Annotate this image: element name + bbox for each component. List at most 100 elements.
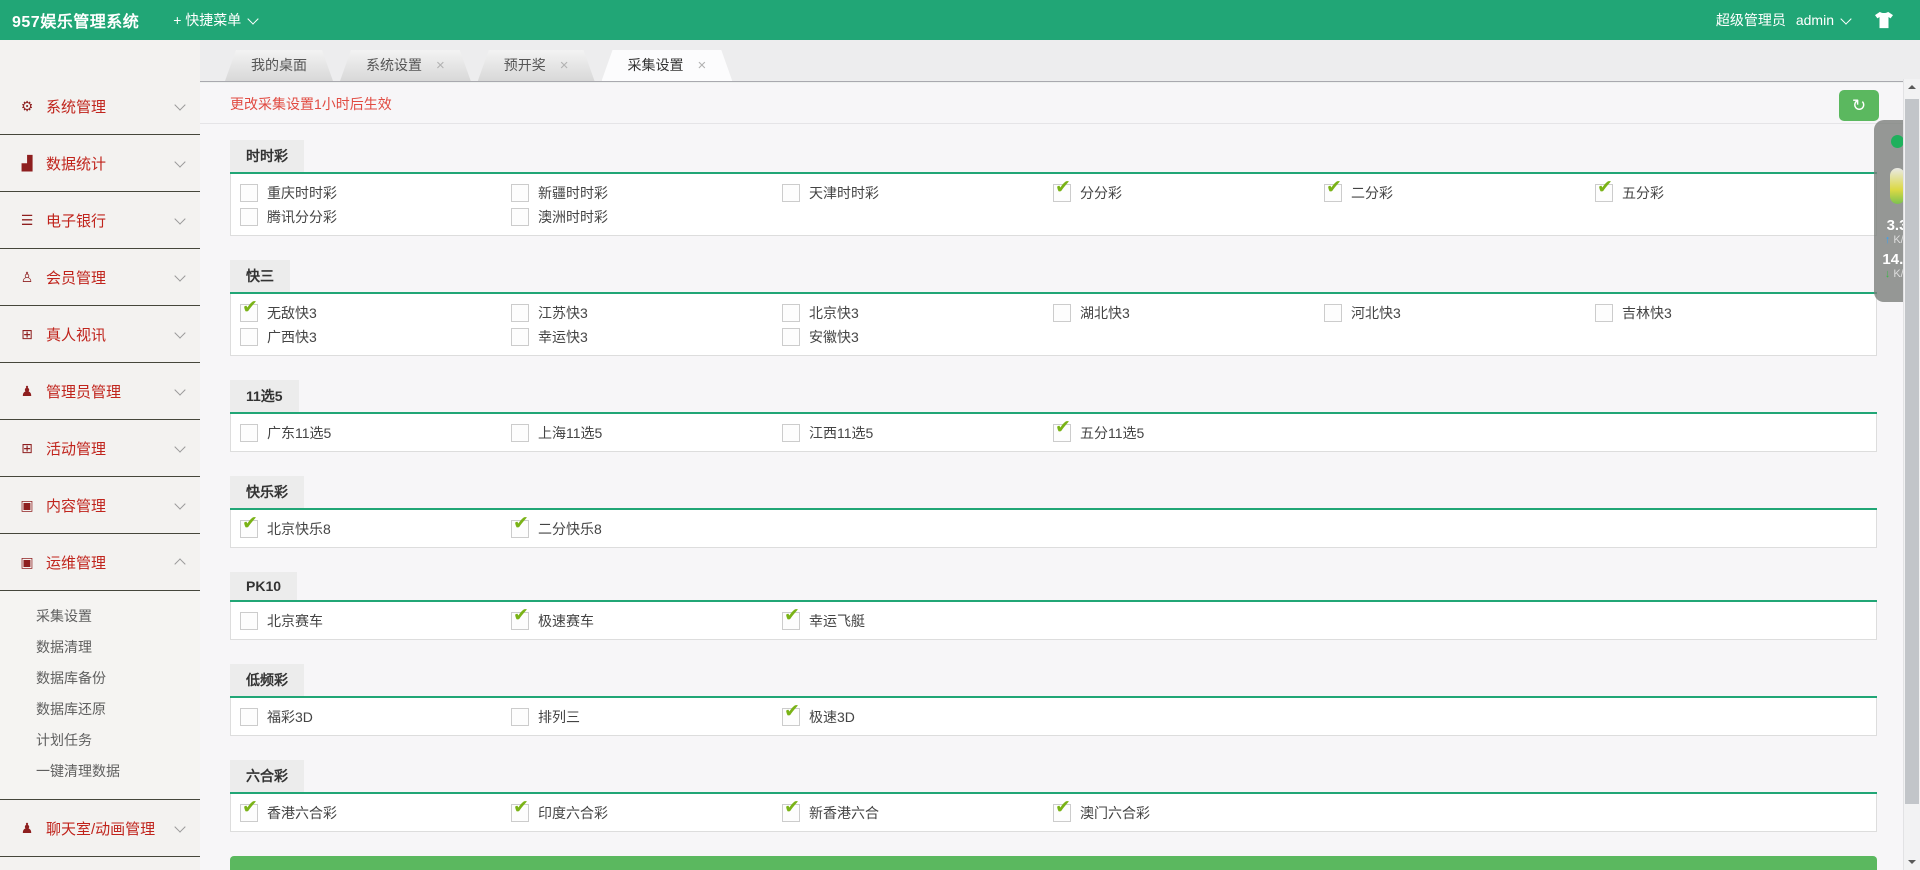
tab-采集设置[interactable]: 采集设置× [602,50,733,81]
lottery-option[interactable]: 新疆时时彩 [502,181,773,204]
sidebar-item-admin[interactable]: ♟管理员管理 [0,363,200,420]
lottery-option[interactable]: ✔极速3D [773,705,1044,728]
lottery-option[interactable]: 安徽快3 [773,325,1044,348]
checkbox[interactable]: ✔ [240,804,258,822]
content-icon: ▣ [16,497,38,514]
lottery-option[interactable]: ✔二分彩 [1315,181,1586,204]
sidebar-subitem[interactable]: 数据库还原 [0,694,200,725]
tab-预开奖[interactable]: 预开奖× [478,50,595,81]
lottery-option[interactable]: 江苏快3 [502,301,773,324]
checkbox[interactable] [511,328,529,346]
lottery-option[interactable]: ✔分分彩 [1044,181,1315,204]
checkbox[interactable] [1324,304,1342,322]
sidebar-subitem[interactable]: 一键清理数据 [0,756,200,787]
lottery-option[interactable]: ✔澳门六合彩 [1044,801,1315,824]
lottery-option[interactable]: 广东11选5 [231,421,502,444]
lottery-option[interactable]: ✔香港六合彩 [231,801,502,824]
user-menu[interactable]: admin [1796,12,1850,28]
checkbox[interactable] [1053,304,1071,322]
scroll-down-icon[interactable] [1908,860,1916,864]
sidebar-subitem[interactable]: 数据清理 [0,632,200,663]
lottery-option[interactable]: ✔印度六合彩 [502,801,773,824]
checkbox[interactable] [782,424,800,442]
checkbox[interactable] [511,304,529,322]
checkbox[interactable]: ✔ [1053,184,1071,202]
scroll-up-icon[interactable] [1908,85,1916,89]
checkbox[interactable]: ✔ [511,520,529,538]
checkbox[interactable] [1595,304,1613,322]
checkbox[interactable] [511,208,529,226]
lottery-option[interactable]: 北京赛车 [231,609,502,632]
checkbox[interactable] [240,208,258,226]
sidebar-subitem[interactable]: 计划任务 [0,725,200,756]
checkbox[interactable]: ✔ [1053,424,1071,442]
sidebar-item-activity[interactable]: ⊞活动管理 [0,420,200,477]
checkbox[interactable] [511,184,529,202]
lottery-option[interactable]: 重庆时时彩 [231,181,502,204]
lottery-option[interactable]: ✔幸运飞艇 [773,609,1044,632]
checkbox[interactable] [782,328,800,346]
checkbox[interactable]: ✔ [782,708,800,726]
checkbox[interactable] [240,612,258,630]
checkbox[interactable] [511,424,529,442]
sidebar-item-ebank[interactable]: ☰电子银行 [0,192,200,249]
screen: 957娱乐管理系统 + 快捷菜单 超级管理员 admin ⚙系统管理▟数据统计☰… [0,0,1920,870]
tab-我的桌面[interactable]: 我的桌面 [225,50,333,81]
lottery-option[interactable]: 福彩3D [231,705,502,728]
close-icon[interactable]: × [560,58,569,73]
lottery-option[interactable]: ✔极速赛车 [502,609,773,632]
refresh-button[interactable]: ↻ [1839,90,1879,121]
theme-tshirt-icon[interactable] [1874,11,1894,29]
lottery-option[interactable]: 上海11选5 [502,421,773,444]
checkbox[interactable]: ✔ [240,520,258,538]
lottery-option[interactable]: 天津时时彩 [773,181,1044,204]
sidebar-item-ops[interactable]: ▣运维管理 [0,534,200,591]
lottery-option[interactable]: 北京快3 [773,301,1044,324]
sidebar-item-stats[interactable]: ▟数据统计 [0,135,200,192]
checkbox[interactable]: ✔ [782,612,800,630]
lottery-option[interactable]: 腾讯分分彩 [231,205,502,228]
checkbox[interactable]: ✔ [1324,184,1342,202]
lottery-option[interactable]: ✔北京快乐8 [231,517,502,540]
lottery-option[interactable]: ✔无敌快3 [231,301,502,324]
checkbox[interactable]: ✔ [511,612,529,630]
sidebar-subitem[interactable]: 采集设置 [0,601,200,632]
close-icon[interactable]: × [698,58,707,73]
lottery-option[interactable]: ✔五分11选5 [1044,421,1315,444]
checkbox[interactable] [240,708,258,726]
scrollbar-thumb[interactable] [1905,99,1919,804]
sidebar-item-content[interactable]: ▣内容管理 [0,477,200,534]
sidebar-item-live[interactable]: ⊞真人视讯 [0,306,200,363]
checkbox[interactable] [782,184,800,202]
checkbox[interactable]: ✔ [782,804,800,822]
lottery-option[interactable]: 排列三 [502,705,773,728]
checkbox[interactable] [240,184,258,202]
checkbox[interactable]: ✔ [1595,184,1613,202]
lottery-option[interactable]: 幸运快3 [502,325,773,348]
lottery-option[interactable]: 江西11选5 [773,421,1044,444]
lottery-option[interactable]: 河北快3 [1315,301,1586,324]
checkbox[interactable] [240,328,258,346]
lottery-option[interactable]: 吉林快3 [1586,301,1857,324]
sidebar-item-chat[interactable]: ♟聊天室/动画管理 [0,800,200,857]
lottery-option[interactable]: 澳洲时时彩 [502,205,773,228]
checkbox[interactable] [782,304,800,322]
lottery-option[interactable]: 湖北快3 [1044,301,1315,324]
vertical-scrollbar[interactable] [1903,79,1920,870]
checkbox[interactable]: ✔ [240,304,258,322]
lottery-option[interactable]: ✔二分快乐8 [502,517,773,540]
checkbox[interactable] [511,708,529,726]
sidebar-item-system[interactable]: ⚙系统管理 [0,78,200,135]
lottery-option[interactable]: ✔五分彩 [1586,181,1857,204]
checkbox[interactable]: ✔ [511,804,529,822]
lottery-option[interactable]: ✔新香港六合 [773,801,1044,824]
close-icon[interactable]: × [436,58,445,73]
sidebar-subitem[interactable]: 数据库备份 [0,663,200,694]
quick-menu-button[interactable]: + 快捷菜单 [173,10,257,30]
checkbox[interactable] [240,424,258,442]
tab-系统设置[interactable]: 系统设置× [340,50,471,81]
submit-button[interactable] [230,856,1877,870]
sidebar-item-member[interactable]: ♙会员管理 [0,249,200,306]
lottery-option[interactable]: 广西快3 [231,325,502,348]
checkbox[interactable]: ✔ [1053,804,1071,822]
